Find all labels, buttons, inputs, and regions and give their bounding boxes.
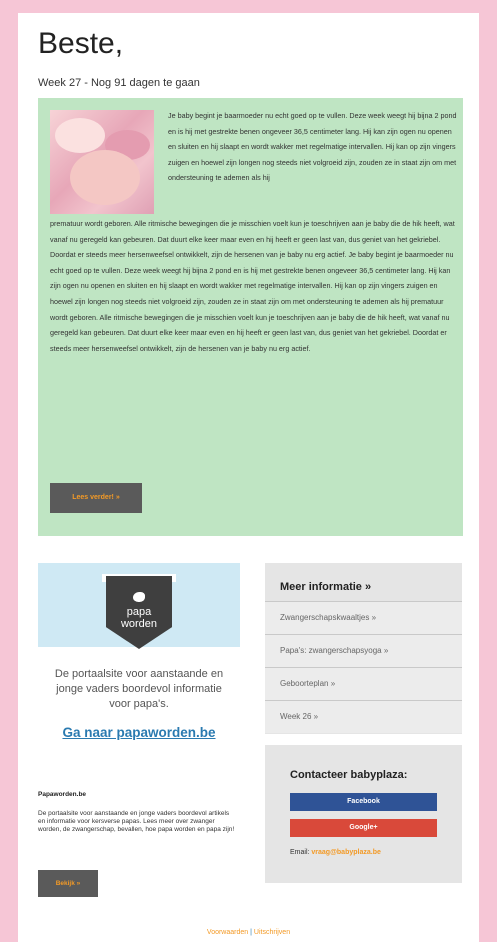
- duck-icon: [133, 592, 145, 602]
- footer: Voorwaarden | Uitschrijven: [18, 929, 479, 936]
- unsubscribe-link[interactable]: Uitschrijven: [254, 929, 290, 936]
- article-section: Je baby begint je baarmoeder nu echt goe…: [38, 98, 463, 536]
- info-link-zwangerschapsyoga[interactable]: Papa's: zwangerschapsyoga »: [265, 634, 462, 667]
- terms-link[interactable]: Voorwaarden: [207, 929, 248, 936]
- papaworden-tagline: De portaalsite voor aanstaande en jonge …: [54, 668, 224, 710]
- facebook-button[interactable]: Facebook: [290, 793, 437, 811]
- logo-text-worden: worden: [120, 618, 158, 630]
- week-countdown: Week 27 - Nog 91 dagen te gaan: [38, 77, 200, 89]
- greeting-heading: Beste,: [38, 27, 124, 60]
- article-paragraph-2: prematuur wordt geboren. Alle ritmische …: [50, 219, 455, 353]
- contact-email: Email: vraag@babyplaza.be: [290, 849, 381, 856]
- papaworden-logo: papa worden: [106, 576, 172, 649]
- logo-text-papa: papa: [126, 606, 152, 618]
- read-more-button[interactable]: Lees verder! »: [50, 483, 142, 513]
- papaworden-banner[interactable]: papa worden: [38, 563, 240, 649]
- contact-title: Contacteer babyplaza:: [290, 769, 408, 781]
- papaworden-title: Papaworden.be: [38, 791, 87, 798]
- info-link-geboorteplan[interactable]: Geboorteplan »: [265, 667, 462, 700]
- info-link-zwangerschapskwaaltjes[interactable]: Zwangerschapskwaaltjes »: [265, 601, 462, 634]
- email-card: Beste, Week 27 - Nog 91 dagen te gaan Je…: [18, 13, 479, 942]
- email-link[interactable]: vraag@babyplaza.be: [311, 849, 380, 856]
- google-plus-button[interactable]: Google+: [290, 819, 437, 837]
- contact-panel: Contacteer babyplaza: Facebook Google+ E…: [265, 745, 462, 883]
- papaworden-description: De portaalsite voor aanstaande en jonge …: [38, 810, 235, 833]
- more-info-panel: Meer informatie » Zwangerschapskwaaltjes…: [265, 563, 462, 734]
- view-button[interactable]: Bekijk »: [38, 870, 98, 897]
- more-info-title[interactable]: Meer informatie »: [280, 581, 371, 593]
- info-link-week-26[interactable]: Week 26 »: [265, 700, 462, 733]
- footer-separator: |: [250, 929, 252, 936]
- baby-image: [50, 110, 154, 214]
- papaworden-link[interactable]: Ga naar papaworden.be: [54, 725, 224, 740]
- email-label: Email:: [290, 849, 310, 856]
- article-paragraph-1: Je baby begint je baarmoeder nu echt goe…: [168, 111, 457, 183]
